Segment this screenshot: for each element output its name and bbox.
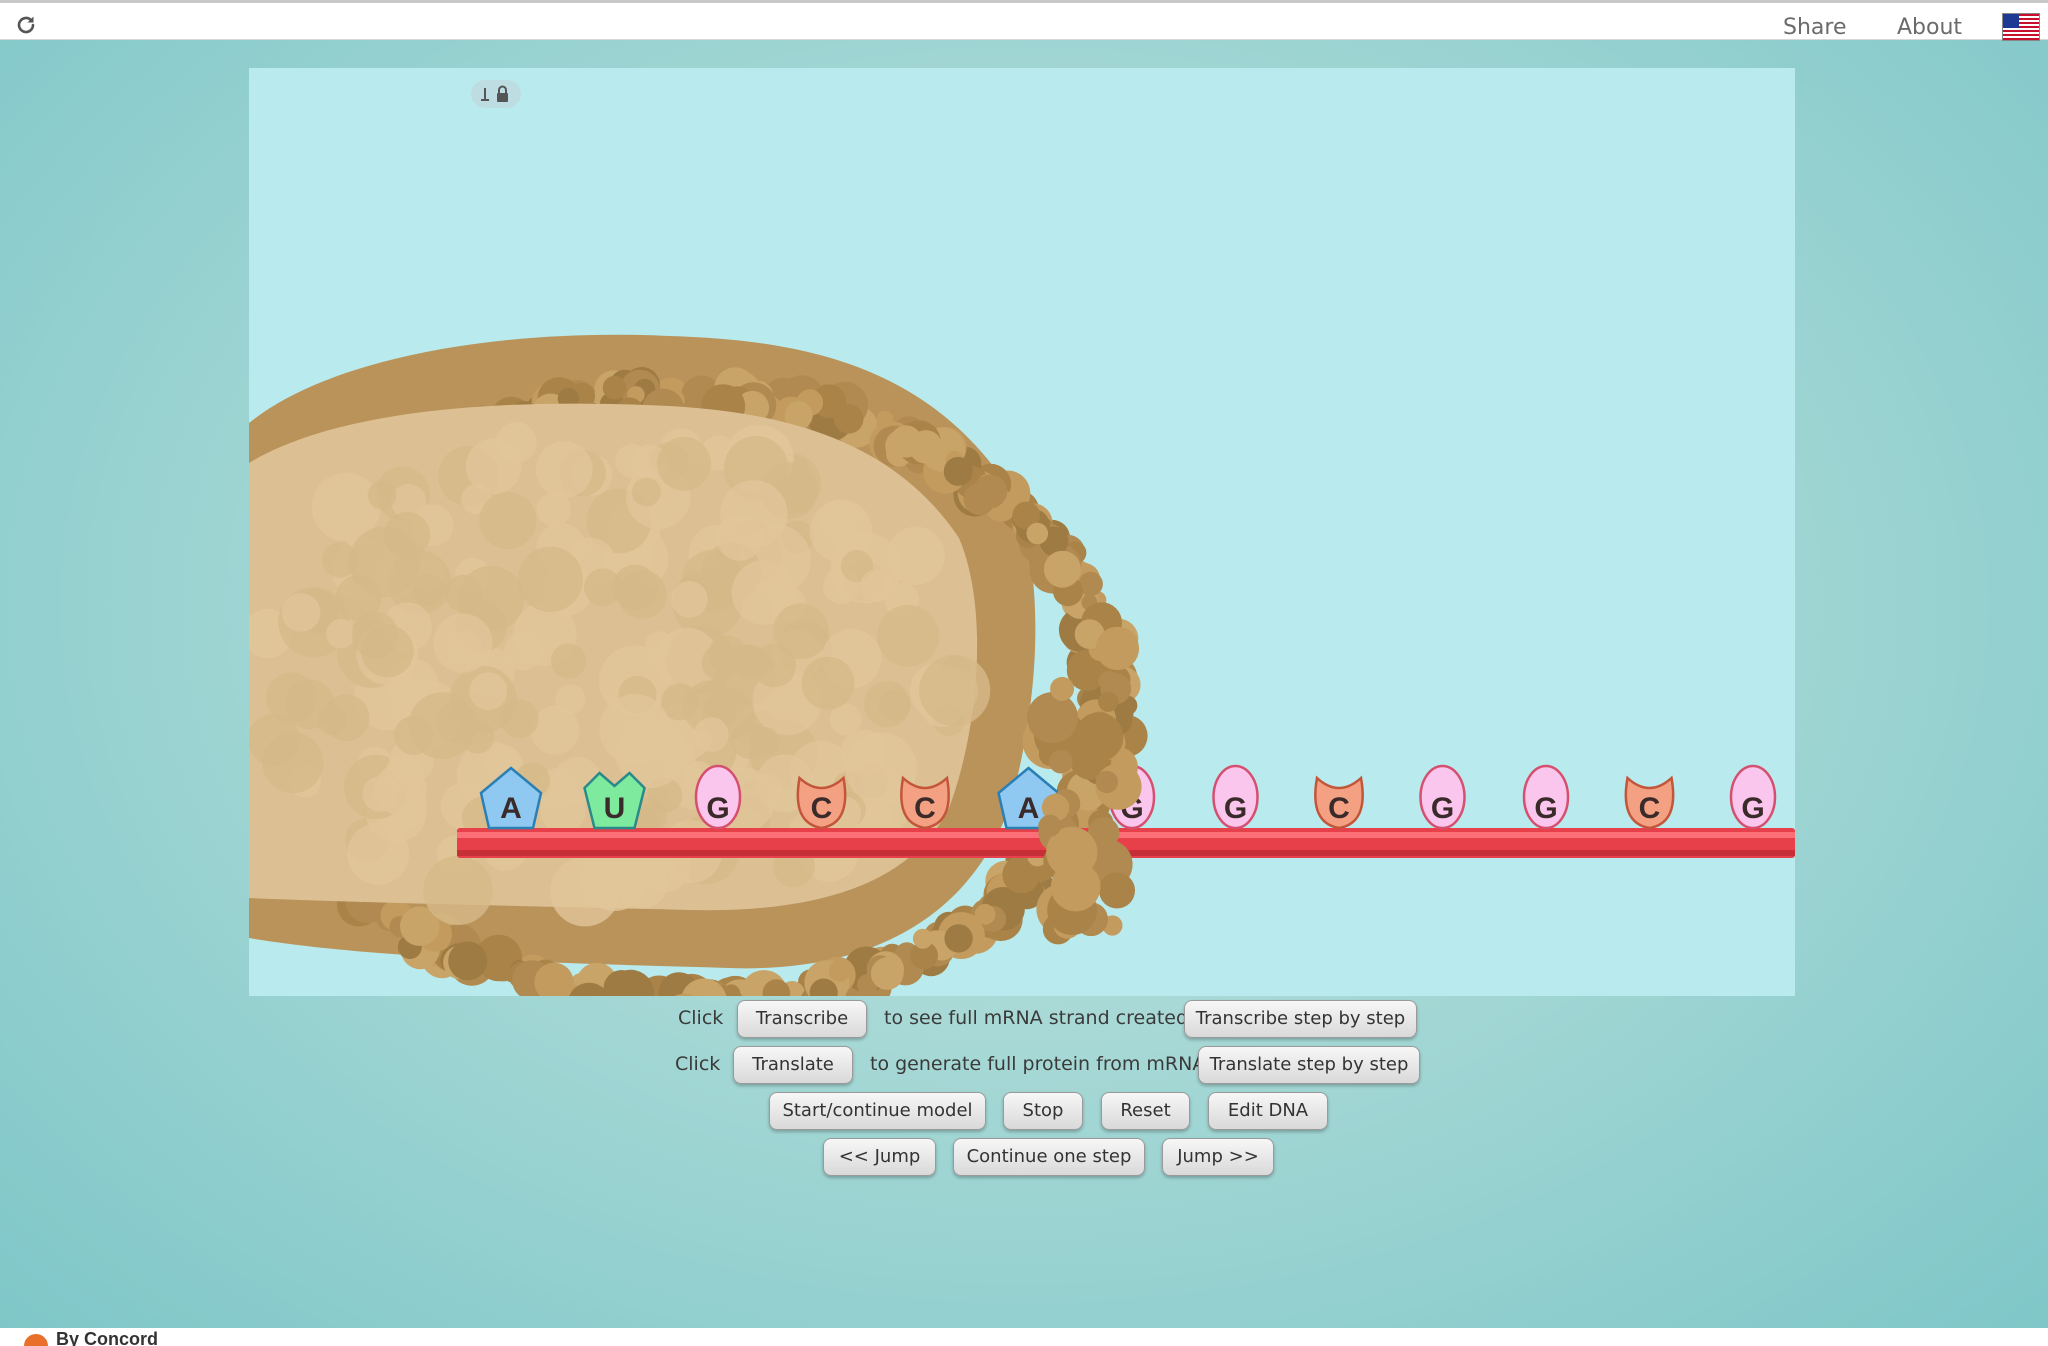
reload-icon[interactable] bbox=[14, 13, 38, 37]
footer-bar bbox=[0, 1328, 2048, 1346]
svg-text:U: U bbox=[604, 792, 626, 825]
us-flag-icon[interactable] bbox=[2002, 13, 2040, 41]
reset-button[interactable]: Reset bbox=[1101, 1092, 1190, 1130]
start-continue-button[interactable]: Start/continue model bbox=[769, 1092, 986, 1130]
share-link[interactable]: Share bbox=[1783, 15, 1847, 40]
lock-icon[interactable] bbox=[497, 85, 508, 103]
base-C-9: C bbox=[1314, 775, 1364, 830]
svg-text:C: C bbox=[811, 792, 833, 825]
svg-text:G: G bbox=[1431, 792, 1454, 825]
svg-text:G: G bbox=[1534, 792, 1557, 825]
transcribe-step-button[interactable]: Transcribe step by step bbox=[1184, 1000, 1417, 1038]
simulation-canvas[interactable]: AUGCCAGGCGGCG bbox=[249, 68, 1795, 996]
row2-prefix: Click bbox=[675, 1053, 721, 1075]
top-bar: Share About bbox=[0, 0, 2048, 41]
svg-text:By Concord: By Concord bbox=[56, 1330, 158, 1346]
svg-text:C: C bbox=[914, 792, 936, 825]
stop-button[interactable]: Stop bbox=[1003, 1092, 1083, 1130]
svg-text:A: A bbox=[1018, 792, 1040, 825]
base-G-8: G bbox=[1212, 764, 1259, 830]
edit-dna-button[interactable]: Edit DNA bbox=[1208, 1092, 1328, 1130]
jump-forward-button[interactable]: Jump >> bbox=[1162, 1138, 1274, 1176]
transcribe-button[interactable]: Transcribe bbox=[737, 1000, 867, 1038]
rna-polymerase bbox=[249, 334, 1148, 996]
base-G-11: G bbox=[1522, 764, 1570, 830]
base-G-3: G bbox=[694, 764, 742, 830]
svg-text:G: G bbox=[1224, 792, 1247, 825]
svg-text:C: C bbox=[1639, 792, 1661, 825]
svg-text:G: G bbox=[706, 792, 729, 825]
about-link[interactable]: About bbox=[1897, 15, 1962, 40]
row1-prefix: Click bbox=[678, 1007, 724, 1029]
svg-text:A: A bbox=[500, 792, 522, 825]
row2-text: to generate full protein from mRNA or bbox=[870, 1053, 1231, 1075]
svg-text:C: C bbox=[1328, 792, 1350, 825]
info-icon[interactable] bbox=[481, 88, 489, 101]
row1-text: to see full mRNA strand created or bbox=[884, 1007, 1214, 1029]
base-C-12: C bbox=[1624, 775, 1675, 830]
concord-logo[interactable]: By Concord bbox=[16, 1330, 236, 1346]
transcription-model: AUGCCAGGCGGCG bbox=[249, 334, 1795, 996]
continue-one-step-button[interactable]: Continue one step bbox=[953, 1138, 1145, 1176]
translate-step-button[interactable]: Translate step by step bbox=[1198, 1046, 1420, 1084]
base-G-13: G bbox=[1729, 764, 1777, 830]
translate-button[interactable]: Translate bbox=[733, 1046, 853, 1084]
lock-controls[interactable] bbox=[471, 80, 521, 108]
base-G-10: G bbox=[1419, 764, 1466, 830]
svg-text:G: G bbox=[1741, 792, 1764, 825]
jump-back-button[interactable]: << Jump bbox=[823, 1138, 936, 1176]
